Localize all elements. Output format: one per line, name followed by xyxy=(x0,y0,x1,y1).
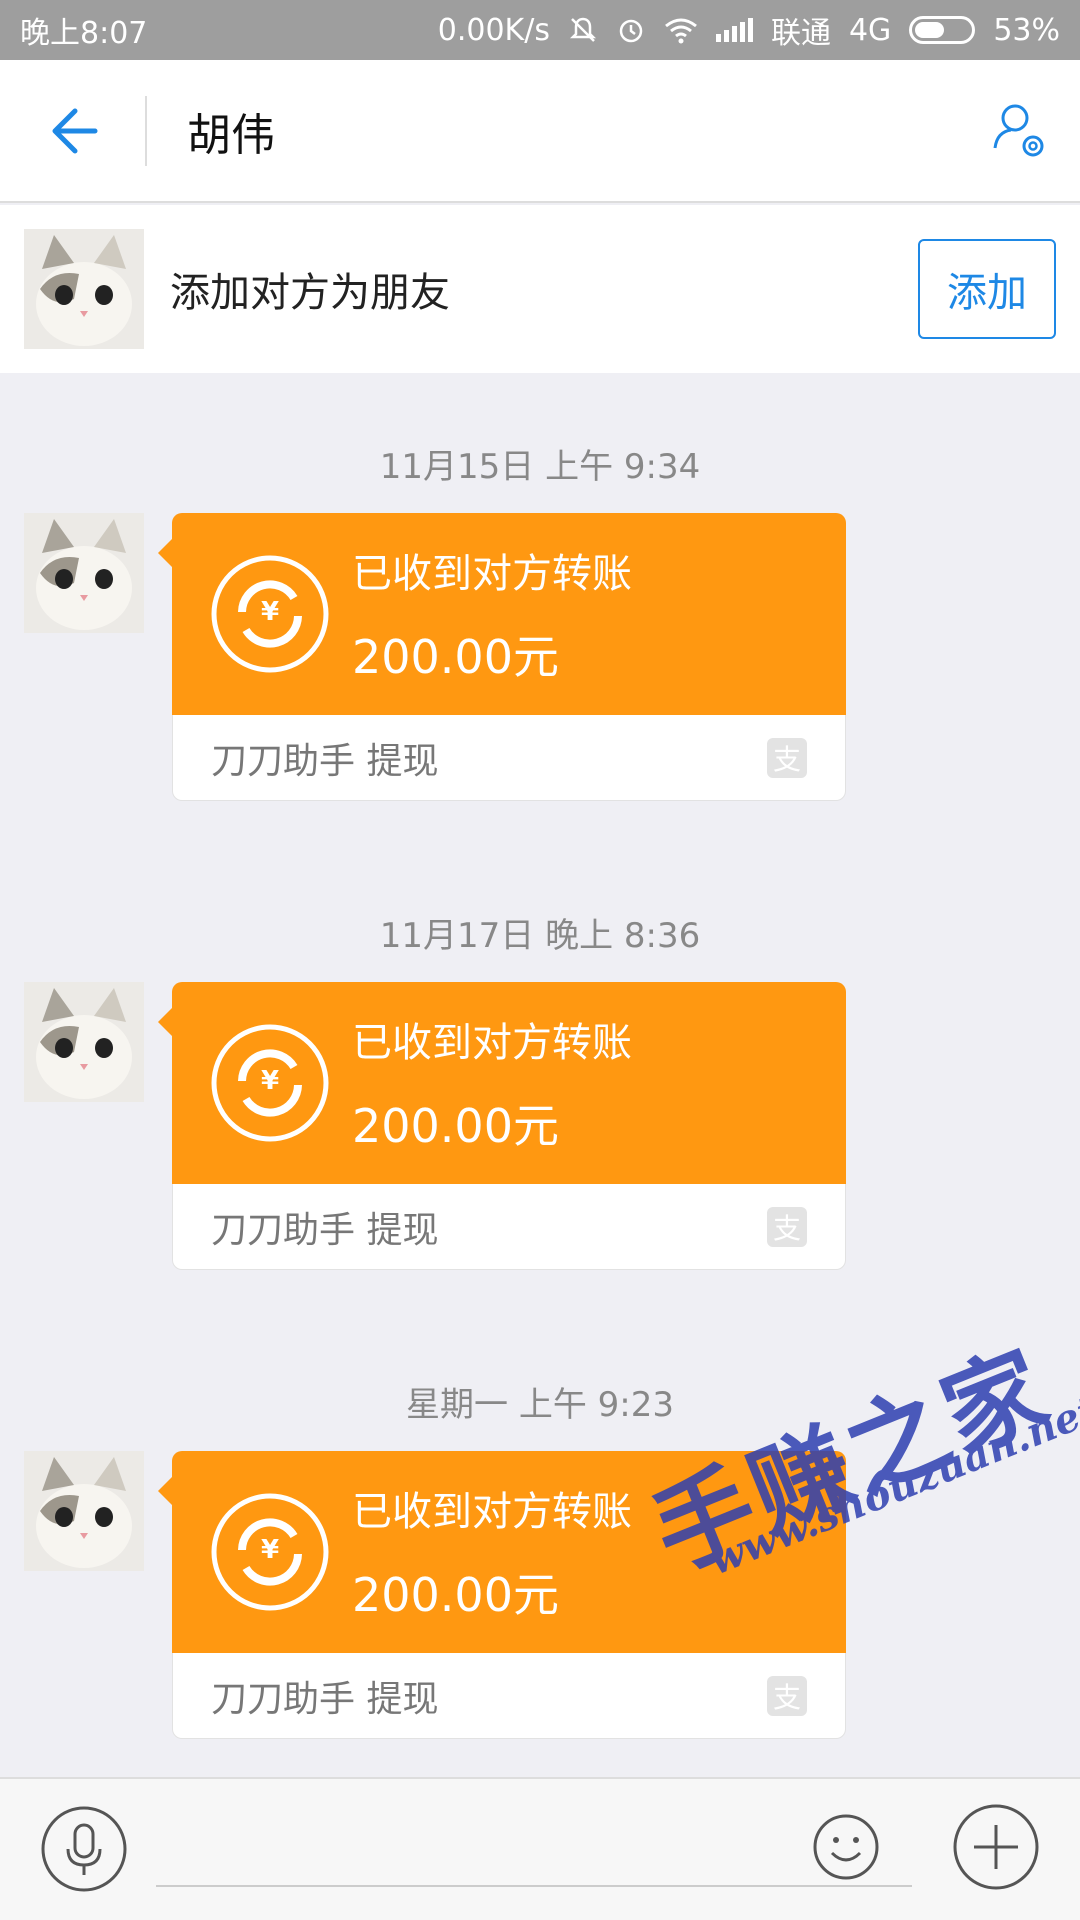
voice-button[interactable] xyxy=(40,1805,128,1893)
status-time: 晚上8:07 xyxy=(20,16,148,51)
message-timestamp: 11月15日 上午 9:34 xyxy=(379,447,701,487)
chat-settings-button[interactable] xyxy=(960,60,1080,201)
transfer-amount: 200.00元 xyxy=(352,1099,559,1153)
user-settings-icon xyxy=(993,104,1044,156)
alipay-icon: 支 xyxy=(767,1675,807,1716)
message-input[interactable] xyxy=(156,1817,912,1887)
add-friend-label: 添加对方为朋友 xyxy=(170,270,450,316)
carrier: 联通 xyxy=(770,16,831,51)
sender-avatar[interactable] xyxy=(24,1451,144,1571)
more-actions-button[interactable] xyxy=(952,1803,1040,1891)
alipay-icon: 支 xyxy=(767,737,807,778)
signal-icon xyxy=(715,18,753,42)
alipay-icon: 支 xyxy=(767,1206,807,1247)
back-arrow-icon xyxy=(52,108,97,153)
add-friend-button[interactable]: 添加 xyxy=(918,239,1056,339)
transfer-amount: 200.00元 xyxy=(352,1568,559,1622)
transfer-title: 已收到对方转账 xyxy=(352,1020,632,1066)
transfer-amount: 200.00元 xyxy=(352,630,559,684)
sender-avatar[interactable] xyxy=(24,513,144,633)
network-type: 4G xyxy=(848,12,892,48)
microphone-icon xyxy=(41,1806,127,1892)
message-timestamp: 11月17日 晚上 8:36 xyxy=(379,916,701,956)
sender-avatar[interactable] xyxy=(24,982,144,1102)
chat-header: 胡伟 xyxy=(0,60,1080,203)
status-bar: 晚上8:07 0.00K/s 联通 4G 53% xyxy=(0,0,1080,60)
transfer-source: 刀刀助手 提现 xyxy=(211,1209,439,1251)
chat-title: 胡伟 xyxy=(187,109,275,161)
transfer-source: 刀刀助手 提现 xyxy=(211,1678,439,1720)
alarm-icon xyxy=(619,19,643,43)
svg-text:¥: ¥ xyxy=(261,597,279,627)
plus-icon xyxy=(953,1804,1039,1890)
transfer-card[interactable]: ¥ 已收到对方转账 200.00元 刀刀助手 提现 支 xyxy=(158,513,846,801)
input-bar xyxy=(0,1777,1080,1920)
mute-icon xyxy=(569,17,596,42)
transfer-source: 刀刀助手 提现 xyxy=(211,740,439,782)
battery-percent: 53% xyxy=(993,12,1060,48)
emoji-button[interactable] xyxy=(812,1813,880,1881)
transfer-title: 已收到对方转账 xyxy=(352,551,632,597)
transfer-card[interactable]: ¥ 已收到对方转账 200.00元 刀刀助手 提现 支 xyxy=(158,982,846,1270)
add-friend-bar: 添加对方为朋友 添加 xyxy=(0,205,1080,373)
svg-text:¥: ¥ xyxy=(261,1066,279,1096)
network-speed: 0.00K/s xyxy=(437,12,550,48)
transfer-coin-icon: ¥ xyxy=(211,1493,329,1611)
transfer-coin-icon: ¥ xyxy=(211,555,329,673)
wifi-icon xyxy=(665,18,697,44)
svg-text:¥: ¥ xyxy=(261,1535,279,1565)
smiley-icon xyxy=(813,1814,879,1880)
back-button[interactable] xyxy=(0,60,145,201)
message-list[interactable]: 11月15日 上午 9:34 ¥ 已收到对方转账 200.00元 刀刀助手 提现… xyxy=(0,373,1080,1777)
transfer-coin-icon: ¥ xyxy=(211,1024,329,1142)
contact-avatar[interactable] xyxy=(24,229,144,349)
battery-icon xyxy=(909,16,976,44)
transfer-title: 已收到对方转账 xyxy=(352,1489,632,1535)
